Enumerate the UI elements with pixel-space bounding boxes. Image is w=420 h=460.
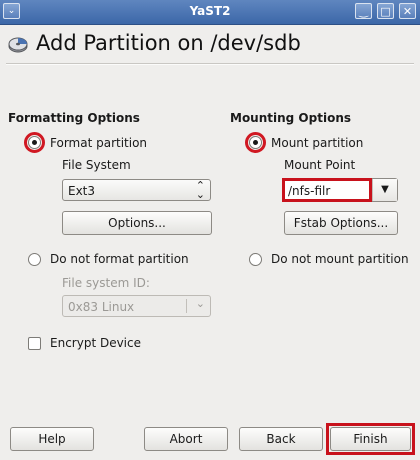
encrypt-device-checkbox[interactable] [28,337,41,350]
chevron-down-icon[interactable]: ▼ [372,179,397,201]
mount-point-label: Mount Point [284,158,356,172]
minimize-icon[interactable]: ‿ [355,3,372,19]
back-button[interactable]: Back [239,427,323,451]
partition-disk-icon [8,37,28,53]
no-format-label[interactable]: Do not format partition [50,252,189,266]
no-mount-radio[interactable] [249,253,262,266]
abort-button[interactable]: Abort [144,427,228,451]
mount-point-value: /nfs-filr [288,184,331,198]
format-partition-radio[interactable] [28,136,41,149]
fstab-options-button[interactable]: Fstab Options... [284,211,398,235]
options-button[interactable]: Options... [62,211,212,235]
fs-id-value: 0x83 Linux [68,300,135,314]
button-bar: Help Abort Back Finish [0,420,420,460]
mount-partition-label[interactable]: Mount partition [271,136,363,150]
encrypt-device-label[interactable]: Encrypt Device [50,336,141,350]
page-title: Add Partition on /dev/sdb [36,31,301,55]
mounting-options-title: Mounting Options [230,111,352,125]
no-mount-label[interactable]: Do not mount partition [271,252,409,266]
maximize-icon[interactable]: □ [377,3,394,19]
file-system-value: Ext3 [68,184,96,198]
fs-id-select[interactable]: 0x83 Linux ⌄ [62,295,211,317]
chevron-down-icon: ⌄ [195,297,205,310]
combo-divider [186,299,187,313]
formatting-options-title: Formatting Options [8,111,140,125]
mount-partition-radio[interactable] [249,136,262,149]
file-system-label: File System [62,158,131,172]
finish-button[interactable]: Finish [330,427,411,451]
yast-window: ⌄ YaST2 ‿ □ ✕ Add Partition on /dev/sdb … [0,0,420,460]
mount-point-input[interactable]: /nfs-filr [282,178,372,202]
updown-arrows-icon: ⌃ ⌄ [195,179,205,201]
fs-id-label: File system ID: [62,276,150,290]
header-separator [6,63,414,65]
title-bar[interactable]: ⌄ YaST2 ‿ □ ✕ [0,0,420,25]
file-system-select[interactable]: Ext3 ⌃ ⌄ [62,179,211,201]
close-icon[interactable]: ✕ [399,3,416,19]
no-format-radio[interactable] [28,253,41,266]
format-partition-label[interactable]: Format partition [50,136,147,150]
help-button[interactable]: Help [10,427,94,451]
